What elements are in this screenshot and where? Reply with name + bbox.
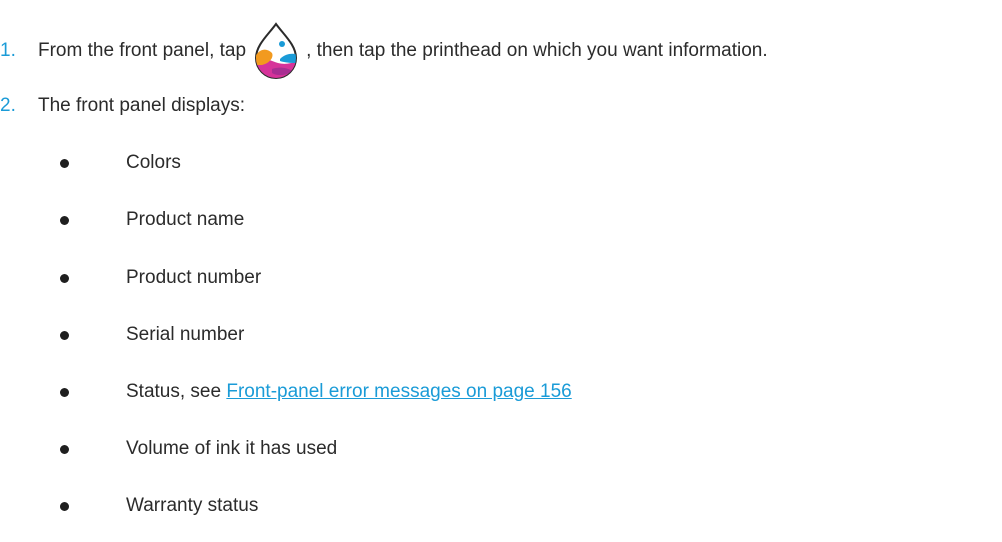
list-item-text: Colors [126, 152, 181, 173]
bullet-icon [60, 445, 69, 454]
ink-drop-icon [248, 21, 304, 81]
bullet-icon [60, 331, 69, 340]
list-item-text: Serial number [126, 324, 245, 345]
step-text: From the front panel, tap , then tap the… [38, 21, 768, 81]
error-messages-link[interactable]: Front-panel error messages on page 156 [226, 381, 571, 402]
step-number: 1. [0, 40, 16, 61]
step-text-before: From the front panel, tap [38, 40, 247, 61]
bullet-icon [60, 216, 69, 225]
step-text-after: , then tap the printhead on which you wa… [306, 40, 768, 61]
bullet-icon [60, 388, 69, 397]
list-item-text: Product name [126, 209, 245, 230]
list-item-text: Warranty status [126, 495, 259, 516]
step-text: The front panel displays: [38, 95, 246, 116]
bullet-icon [60, 502, 69, 511]
list-item-text: Product number [126, 267, 262, 288]
list-item-prefix: Status, see [126, 381, 227, 402]
list-item-text: Volume of ink it has used [126, 438, 338, 459]
step-number: 2. [0, 95, 16, 116]
bullet-icon [60, 159, 69, 168]
list-item-text: Status, see Front-panel error messages o… [126, 380, 572, 404]
bullet-icon [60, 274, 69, 283]
